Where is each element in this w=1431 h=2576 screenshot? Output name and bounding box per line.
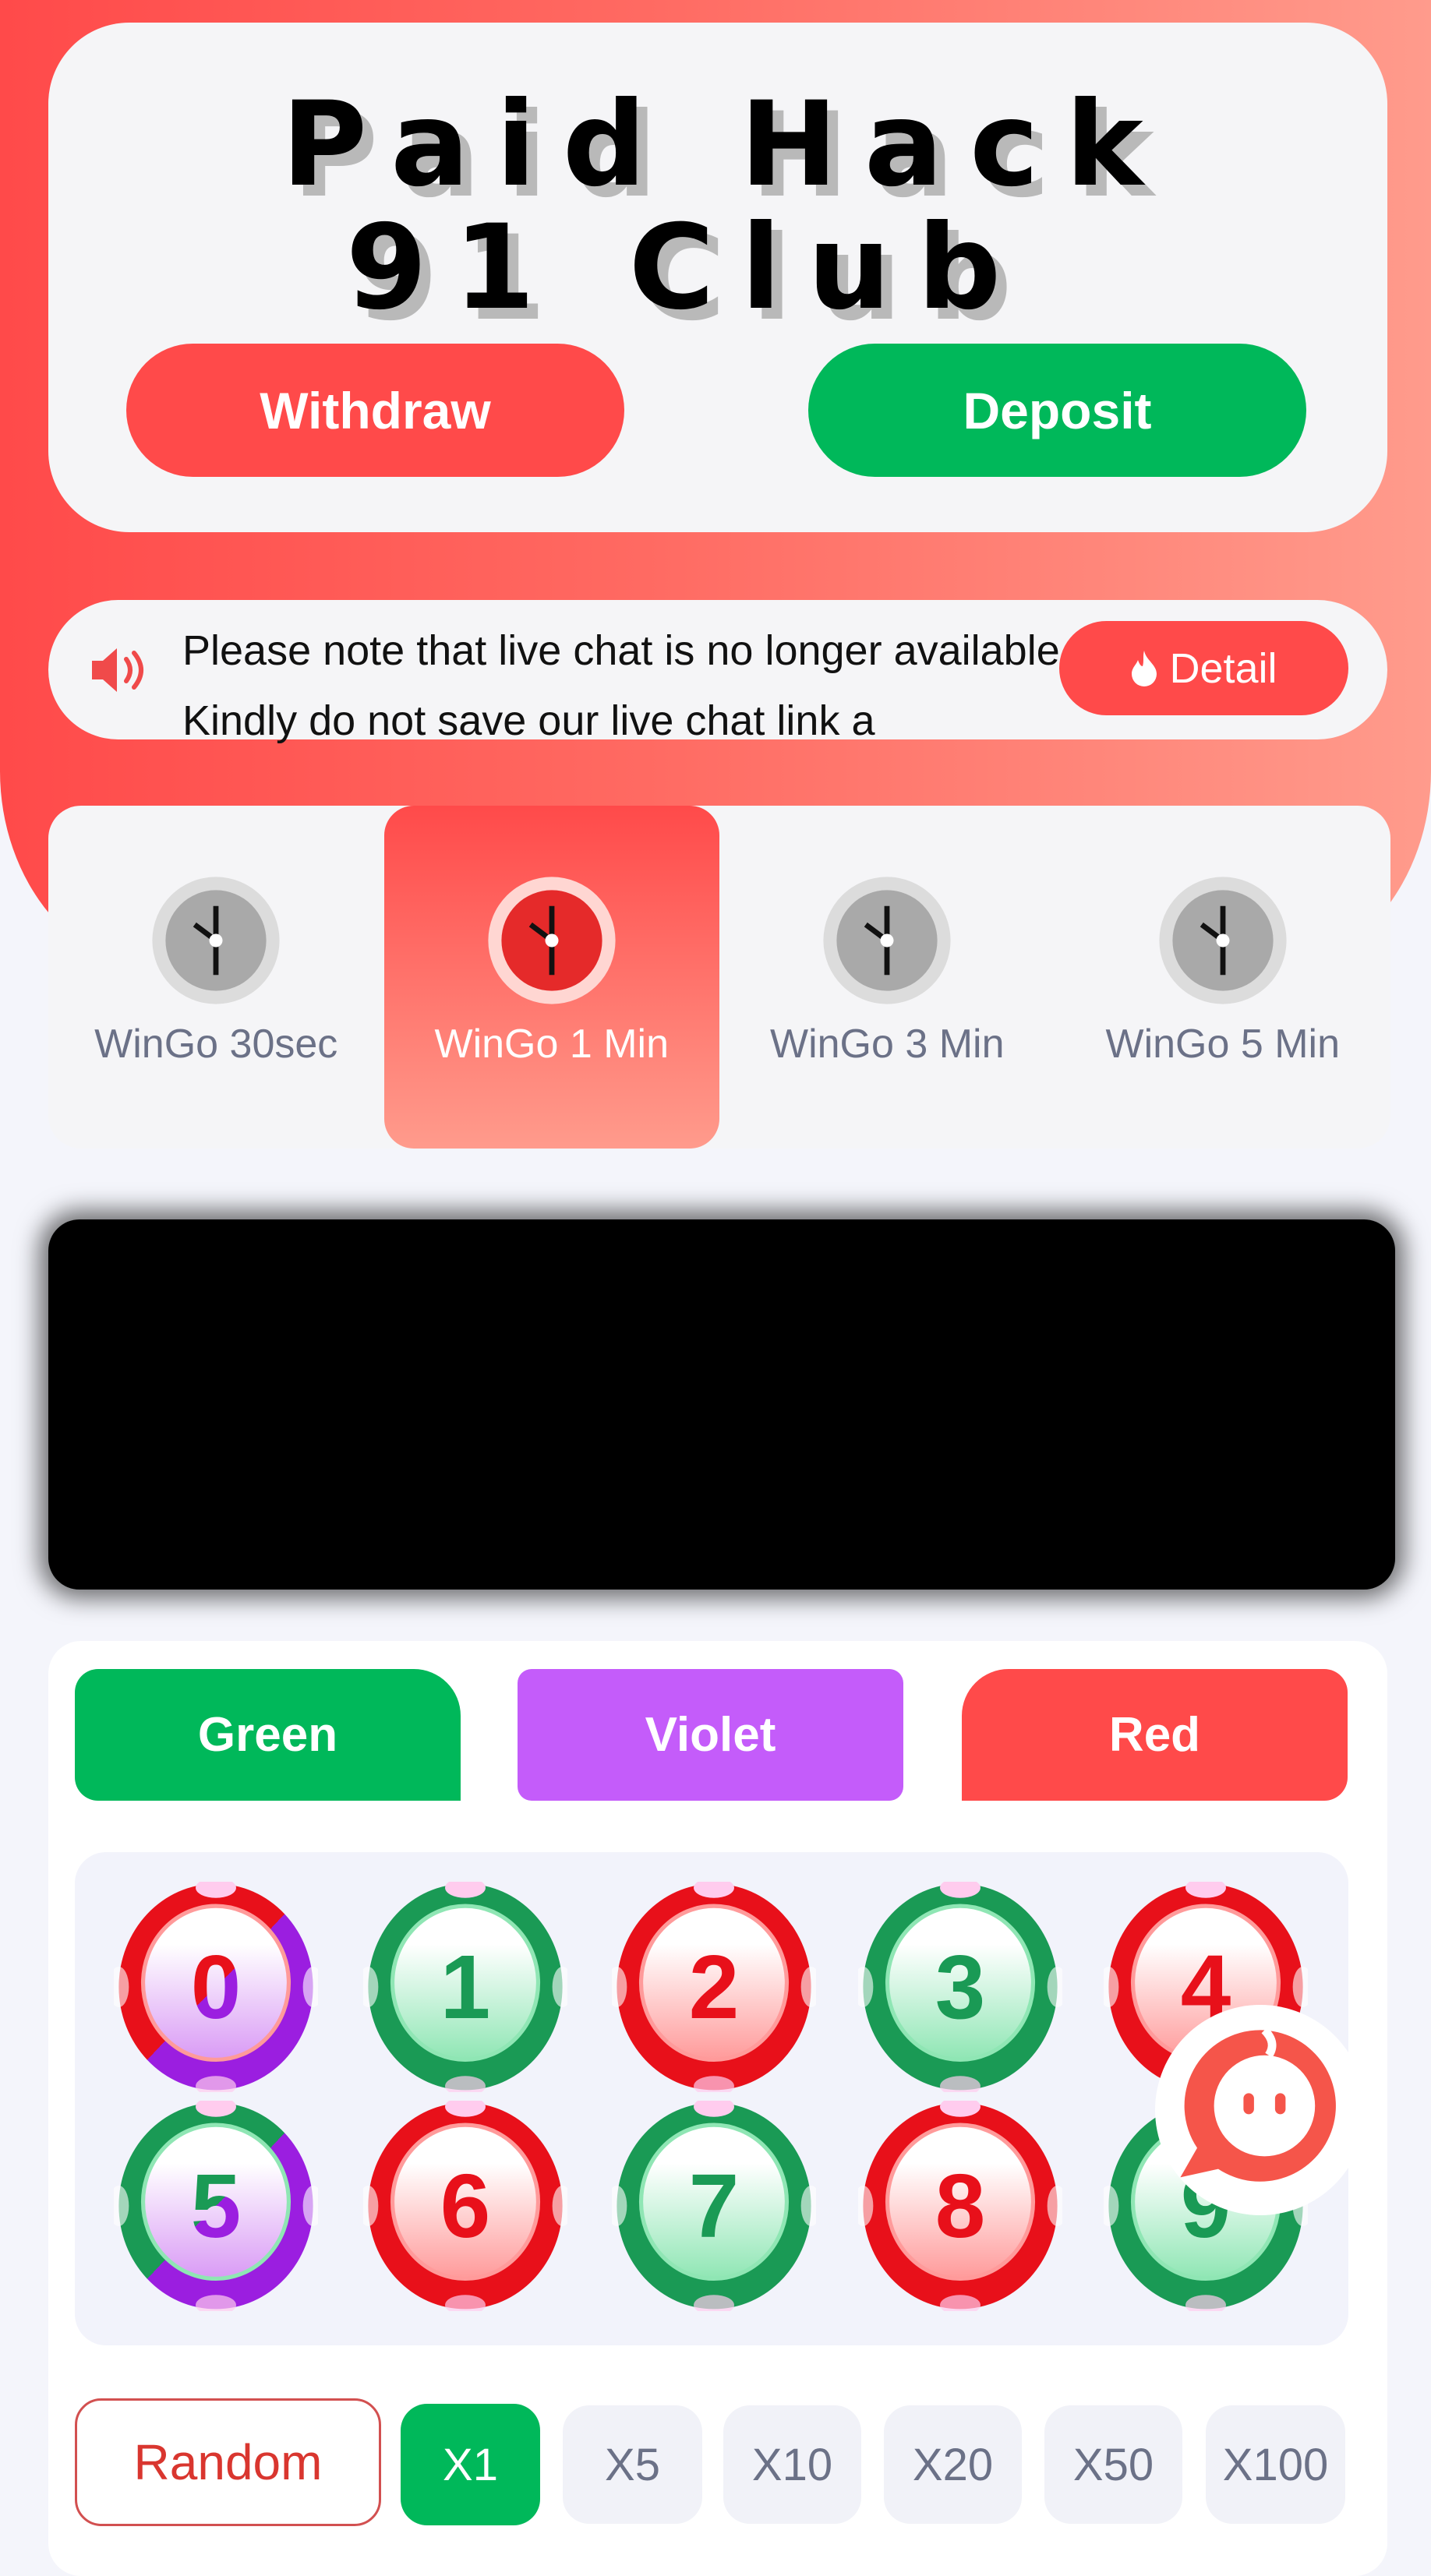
number-ball-6[interactable]: 6	[358, 2096, 573, 2316]
tab-label: WinGo 30sec	[94, 1022, 338, 1067]
multiplier-x1[interactable]: X1	[401, 2404, 540, 2525]
header-card: Paid Hack 91 Club Withdraw Deposit	[48, 23, 1387, 532]
speaker-icon	[92, 648, 143, 692]
ball-number: 6	[440, 2155, 491, 2257]
number-ball-8[interactable]: 8	[853, 2096, 1068, 2316]
multiplier-x20[interactable]: X20	[884, 2405, 1022, 2524]
number-ball-0[interactable]: 0	[108, 1877, 323, 2097]
chat-bubble-icon	[1180, 2027, 1336, 2182]
detail-button[interactable]: Detail	[1059, 621, 1348, 715]
random-button[interactable]: Random	[75, 2398, 381, 2526]
detail-label: Detail	[1169, 644, 1277, 692]
multiplier-x5[interactable]: X5	[563, 2405, 702, 2524]
tab-label: WinGo 1 Min	[434, 1022, 670, 1067]
ball-number: 8	[935, 2155, 986, 2257]
clock-icon	[1159, 877, 1287, 1004]
number-ball-7[interactable]: 7	[606, 2096, 822, 2316]
tab-wingo-1min[interactable]: WinGo 1 Min	[383, 806, 719, 1149]
ball-number: 1	[440, 1936, 491, 2038]
game-tabs: WinGo 30sec WinGo 1 Min WinGo 3 Min WinG…	[48, 806, 1390, 1149]
red-button[interactable]: Red	[962, 1669, 1348, 1801]
notice-bar: Please note that live chat is no longer …	[48, 600, 1387, 744]
flame-icon	[1132, 650, 1157, 686]
tab-wingo-3min[interactable]: WinGo 3 Min	[719, 806, 1055, 1149]
ball-number: 0	[114, 1882, 318, 2092]
ball-number: 7	[688, 2155, 740, 2257]
title-line-1: Paid Hack	[281, 77, 1170, 213]
ball-number: 3	[935, 1936, 986, 2038]
deposit-button[interactable]: Deposit	[808, 344, 1306, 477]
green-button[interactable]: Green	[75, 1669, 461, 1801]
number-ball-3[interactable]: 3	[853, 1877, 1068, 2097]
multiplier-x10[interactable]: X10	[723, 2405, 861, 2524]
tab-label: WinGo 3 Min	[769, 1022, 1005, 1067]
number-ball-1[interactable]: 1	[358, 1877, 573, 2097]
ball-number: 2	[688, 1936, 740, 2038]
tab-wingo-5min[interactable]: WinGo 5 Min	[1055, 806, 1391, 1149]
clock-icon	[823, 877, 951, 1004]
withdraw-button[interactable]: Withdraw	[126, 344, 624, 477]
redacted-area	[48, 1219, 1395, 1590]
ball-number: 5	[114, 2101, 318, 2311]
tab-wingo-30sec[interactable]: WinGo 30sec	[48, 806, 384, 1149]
clock-icon	[488, 877, 616, 1004]
clock-icon	[152, 877, 280, 1004]
multiplier-x100[interactable]: X100	[1206, 2405, 1345, 2524]
tab-label: WinGo 5 Min	[1105, 1022, 1341, 1067]
multiplier-x50[interactable]: X50	[1044, 2405, 1182, 2524]
violet-button[interactable]: Violet	[518, 1669, 903, 1801]
number-ball-5[interactable]: 5	[108, 2096, 323, 2316]
number-ball-2[interactable]: 2	[606, 1877, 822, 2097]
notice-text: Please note that live chat is no longer …	[182, 627, 1072, 744]
title-line-2: 91 Club	[345, 200, 1028, 336]
chat-button[interactable]	[1155, 2005, 1366, 2215]
